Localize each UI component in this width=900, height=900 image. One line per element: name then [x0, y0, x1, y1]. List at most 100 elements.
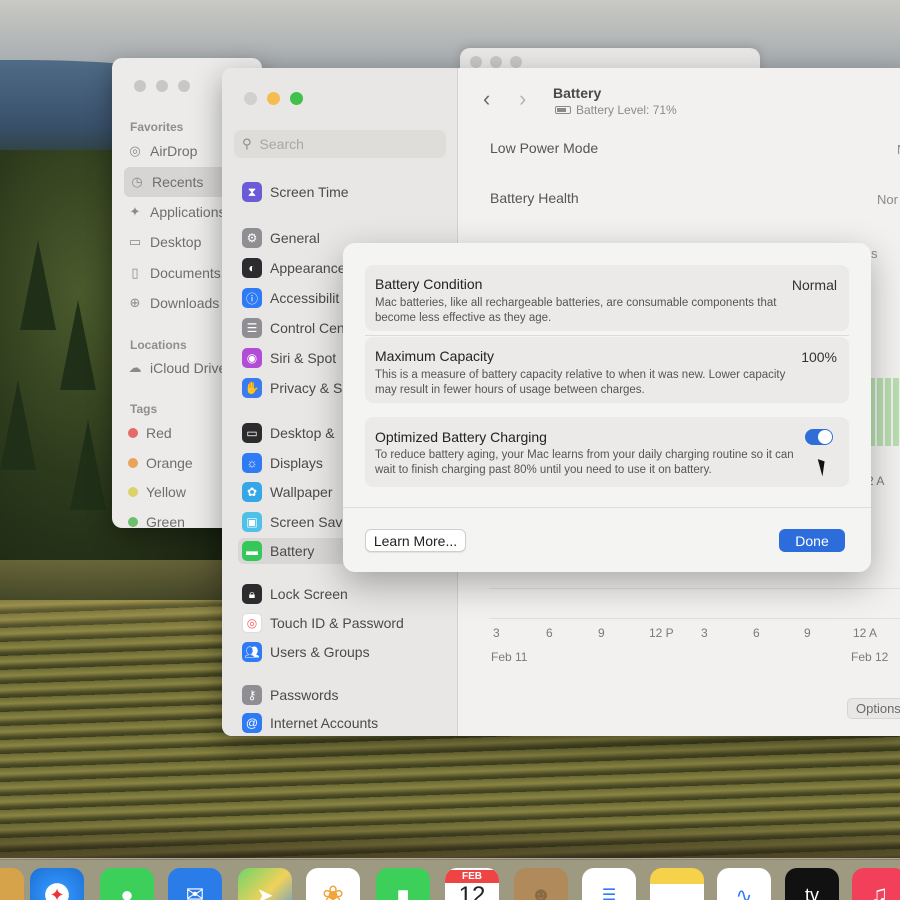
- locations-header: Locations: [130, 338, 187, 352]
- search-field[interactable]: ⚲: [234, 130, 446, 158]
- finder-item-downloads[interactable]: ⊕ Downloads: [128, 295, 220, 311]
- sidebar-item-label: Desktop &: [270, 425, 335, 441]
- sun-icon: ☼: [242, 453, 262, 473]
- sidebar-item-passwords[interactable]: ⚷ Passwords: [242, 682, 452, 708]
- chart-grid-line: [489, 588, 900, 589]
- finder-item-label: Red: [146, 425, 172, 441]
- sidebar-item-label: Battery: [270, 543, 315, 559]
- finder-item-label: Downloads: [150, 295, 220, 311]
- chart-grid-line: [489, 618, 900, 619]
- freeform-icon[interactable]: ∿: [717, 868, 771, 900]
- finder-tag-red[interactable]: Red: [128, 425, 172, 441]
- music-icon[interactable]: ♫: [852, 868, 900, 900]
- tag-yellow-dot: [128, 487, 138, 497]
- maximum-capacity-card: Maximum Capacity 100% This is a measure …: [365, 337, 849, 403]
- reminders-icon[interactable]: ☰: [582, 868, 636, 900]
- chart-bar: [877, 378, 883, 446]
- wallpaper-icon: ✿: [242, 482, 262, 502]
- finder-item-label: Orange: [146, 455, 193, 471]
- finder-item-label: AirDrop: [150, 143, 198, 159]
- options-button[interactable]: Options: [847, 698, 900, 719]
- sidebar-item-screen-time[interactable]: ⧗ Screen Time: [242, 179, 452, 205]
- calendar-icon[interactable]: FEB 12: [445, 868, 499, 900]
- applications-icon: ✦: [129, 204, 141, 219]
- siri-icon: ◉: [242, 348, 262, 368]
- speech-bubble-icon: ●: [120, 882, 134, 900]
- maximum-capacity-title: Maximum Capacity: [375, 348, 495, 364]
- battery-health-value[interactable]: Nor: [877, 192, 898, 207]
- dock-app-icon[interactable]: [0, 868, 24, 900]
- optimized-charging-toggle[interactable]: [805, 429, 833, 445]
- finder-item-applications[interactable]: ✦ Applications: [128, 204, 226, 220]
- chart-tick-label: 12 P: [649, 626, 674, 640]
- mail-icon[interactable]: ✉: [168, 868, 222, 900]
- sidebar-item-label: Screen Sav: [270, 514, 343, 530]
- wallpaper-tree: [60, 300, 96, 390]
- apple-tv-label: tv: [804, 884, 819, 900]
- messages-icon[interactable]: ●: [100, 868, 154, 900]
- back-button[interactable]: ‹: [483, 88, 490, 110]
- gear-icon: ⚙: [242, 228, 262, 248]
- finder-tag-yellow[interactable]: Yellow: [128, 484, 186, 500]
- minimize-button[interactable]: [490, 56, 502, 68]
- search-input[interactable]: [259, 136, 430, 152]
- battery-condition-title: Battery Condition: [375, 276, 483, 292]
- music-note-icon: ♫: [870, 881, 888, 900]
- finder-item-desktop[interactable]: ▭ Desktop: [128, 234, 202, 250]
- contacts-icon[interactable]: ☻: [514, 868, 568, 900]
- sidebar-item-lock-screen[interactable]: 🔒︎ Lock Screen: [242, 581, 452, 607]
- zoom-button[interactable]: [510, 56, 522, 68]
- battery-health-info-button[interactable]: s: [871, 246, 878, 261]
- favorites-header: Favorites: [130, 120, 184, 134]
- minimize-button[interactable]: [156, 80, 168, 92]
- close-button[interactable]: [244, 92, 257, 105]
- map-pin-icon: ➤: [256, 884, 274, 900]
- apple-tv-icon[interactable]: tv: [785, 868, 839, 900]
- maps-icon[interactable]: ➤: [238, 868, 292, 900]
- finder-item-label: iCloud Drive: [150, 360, 227, 376]
- notes-icon[interactable]: [650, 868, 704, 900]
- search-icon: ⚲: [242, 136, 252, 151]
- minimize-button[interactable]: [267, 92, 280, 105]
- finder-item-documents[interactable]: ▯ Documents: [128, 265, 220, 281]
- appearance-icon: ◐: [242, 258, 262, 278]
- sidebar-item-internet-accounts[interactable]: @ Internet Accounts: [242, 710, 452, 736]
- chart-tick-label: 6: [753, 626, 760, 640]
- sidebar-item-label: Lock Screen: [270, 586, 348, 602]
- sidebar-item-label: Internet Accounts: [270, 715, 379, 731]
- done-button[interactable]: Done: [779, 529, 845, 552]
- calendar-day: 12: [458, 882, 486, 900]
- close-button[interactable]: [470, 56, 482, 68]
- facetime-icon[interactable]: ■: [376, 868, 430, 900]
- learn-more-button[interactable]: Learn More...: [365, 529, 466, 552]
- sidebar-item-label: Users & Groups: [270, 644, 370, 660]
- at-icon: @: [242, 713, 262, 733]
- sidebar-item-label: Appearance: [270, 260, 346, 276]
- finder-item-label: Green: [146, 514, 185, 528]
- wallpaper-vignette: [0, 820, 900, 860]
- photos-icon[interactable]: ❀: [306, 868, 360, 900]
- sidebar-item-label: Siri & Spot: [270, 350, 337, 366]
- sidebar-item-users-groups[interactable]: 👥︎ Users & Groups: [242, 639, 452, 665]
- sidebar-item-touch-id[interactable]: ◎ Touch ID & Password: [242, 610, 452, 636]
- finder-item-label: Recents: [152, 174, 204, 190]
- zoom-button[interactable]: [178, 80, 190, 92]
- finder-tag-green[interactable]: Green: [128, 514, 185, 528]
- finder-item-label: Applications: [150, 204, 226, 220]
- battery-condition-description: Mac batteries, like all rechargeable bat…: [375, 297, 777, 324]
- close-button[interactable]: [134, 80, 146, 92]
- safari-icon[interactable]: ✦: [30, 868, 84, 900]
- key-icon: ⚷: [242, 685, 262, 705]
- finder-item-airdrop[interactable]: ◎ AirDrop: [128, 143, 197, 159]
- forward-button[interactable]: ›: [519, 88, 526, 110]
- battery-level-status: Battery Level: 71%: [555, 103, 677, 117]
- chart-date-label: Feb 11: [491, 650, 528, 664]
- finder-tag-orange[interactable]: Orange: [128, 455, 193, 471]
- zoom-button[interactable]: [290, 92, 303, 105]
- finder-item-icloud-drive[interactable]: ☁ iCloud Drive: [128, 360, 227, 376]
- lock-icon: 🔒︎: [242, 584, 262, 604]
- sidebar-item-label: Screen Time: [270, 184, 349, 200]
- chart-date-label: Feb 12: [851, 650, 889, 664]
- sidebar-item-label: General: [270, 230, 320, 246]
- optimized-charging-card: Optimized Battery Charging To reduce bat…: [365, 417, 849, 487]
